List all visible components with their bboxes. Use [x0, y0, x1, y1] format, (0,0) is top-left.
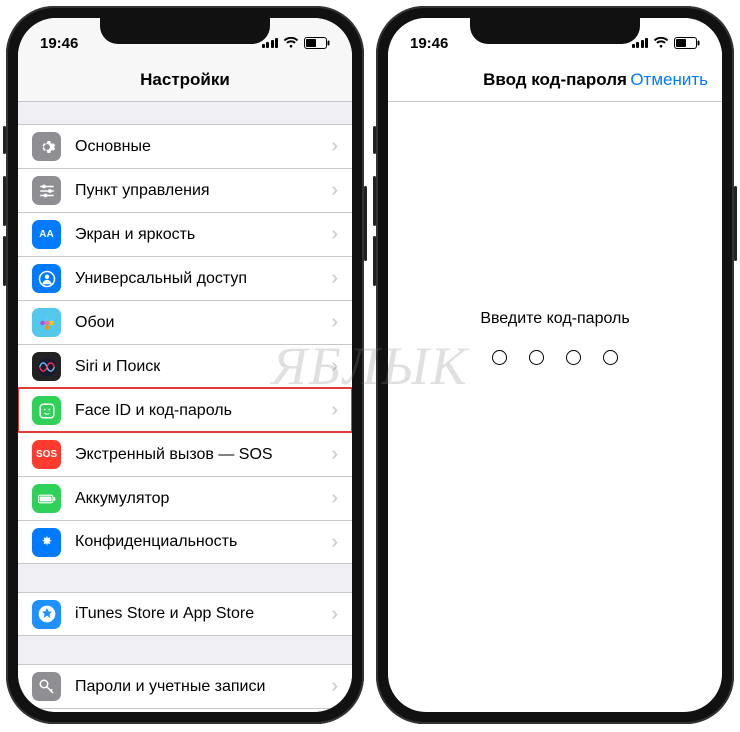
passcode-dot — [603, 350, 618, 365]
chevron-right-icon: › — [331, 311, 338, 334]
status-indicators — [262, 37, 331, 49]
cellular-icon — [262, 38, 279, 48]
privacy-icon — [32, 528, 61, 557]
display-icon: AA — [32, 220, 61, 249]
phone-right: 19:46 Ввод код-пароля Отменить Введите к… — [376, 6, 734, 724]
screen-passcode: 19:46 Ввод код-пароля Отменить Введите к… — [388, 18, 722, 712]
chevron-right-icon: › — [331, 267, 338, 290]
row-display[interactable]: AA Экран и яркость› — [18, 212, 352, 256]
general-icon — [32, 132, 61, 161]
siri-icon — [32, 352, 61, 381]
battery-icon — [32, 484, 61, 513]
chevron-right-icon: › — [331, 399, 338, 422]
row-label: Обои — [75, 314, 331, 332]
nav-bar: Ввод код-пароля Отменить — [388, 58, 722, 102]
row-label: Экстренный вызов — SOS — [75, 446, 331, 464]
row-mail[interactable]: Почта› — [18, 708, 352, 712]
chevron-right-icon: › — [331, 355, 338, 378]
row-appstore[interactable]: iTunes Store и App Store› — [18, 592, 352, 636]
row-faceid[interactable]: Face ID и код-пароль› — [18, 388, 352, 432]
chevron-right-icon: › — [331, 179, 338, 202]
nav-bar: Настройки — [18, 58, 352, 102]
wallpaper-icon — [32, 308, 61, 337]
wifi-icon — [653, 37, 669, 49]
nav-title: Ввод код-пароля — [483, 70, 627, 90]
status-time: 19:46 — [40, 35, 78, 52]
row-sos[interactable]: SOS Экстренный вызов — SOS› — [18, 432, 352, 476]
row-label: Аккумулятор — [75, 490, 331, 508]
row-accessibility[interactable]: Универсальный доступ› — [18, 256, 352, 300]
settings-group: iTunes Store и App Store› — [18, 592, 352, 636]
chevron-right-icon: › — [331, 487, 338, 510]
row-label: Экран и яркость — [75, 226, 331, 244]
cancel-button[interactable]: Отменить — [630, 70, 708, 90]
row-battery[interactable]: Аккумулятор› — [18, 476, 352, 520]
chevron-right-icon: › — [331, 223, 338, 246]
phone-left: 19:46 Настройки Основные›Пункт управлени… — [6, 6, 364, 724]
battery-icon — [674, 37, 700, 49]
passcode-dot — [566, 350, 581, 365]
battery-icon — [304, 37, 330, 49]
notch — [470, 18, 640, 44]
passcode-dot — [529, 350, 544, 365]
cellular-icon — [632, 38, 649, 48]
passcode-area: Введите код-пароль — [388, 102, 722, 712]
chevron-right-icon: › — [331, 675, 338, 698]
passcode-dots — [492, 350, 618, 365]
row-wallpaper[interactable]: Обои› — [18, 300, 352, 344]
appstore-icon — [32, 600, 61, 629]
chevron-right-icon: › — [331, 443, 338, 466]
settings-content[interactable]: Основные›Пункт управления›AAЭкран и ярко… — [18, 102, 352, 712]
nav-title: Настройки — [140, 70, 230, 90]
wifi-icon — [283, 37, 299, 49]
faceid-icon — [32, 396, 61, 425]
passwords-icon — [32, 672, 61, 701]
row-privacy[interactable]: Конфиденциальность› — [18, 520, 352, 564]
status-time: 19:46 — [410, 35, 448, 52]
row-label: Основные — [75, 138, 331, 156]
row-label: Пароли и учетные записи — [75, 678, 331, 696]
row-label: Siri и Поиск — [75, 358, 331, 376]
passcode-dot — [492, 350, 507, 365]
row-label: Конфиденциальность — [75, 533, 331, 551]
chevron-right-icon: › — [331, 135, 338, 158]
passcode-prompt: Введите код-пароль — [480, 310, 629, 328]
row-control-center[interactable]: Пункт управления› — [18, 168, 352, 212]
row-general[interactable]: Основные› — [18, 124, 352, 168]
row-label: iTunes Store и App Store — [75, 605, 331, 623]
row-label: Пункт управления — [75, 182, 331, 200]
status-indicators — [632, 37, 701, 49]
row-passwords[interactable]: Пароли и учетные записи› — [18, 664, 352, 708]
screen-settings: 19:46 Настройки Основные›Пункт управлени… — [18, 18, 352, 712]
chevron-right-icon: › — [331, 531, 338, 554]
accessibility-icon — [32, 264, 61, 293]
row-siri[interactable]: Siri и Поиск› — [18, 344, 352, 388]
settings-group: Основные›Пункт управления›AAЭкран и ярко… — [18, 124, 352, 564]
chevron-right-icon: › — [331, 603, 338, 626]
row-label: Face ID и код-пароль — [75, 402, 331, 420]
sos-icon: SOS — [32, 440, 61, 469]
control-center-icon — [32, 176, 61, 205]
settings-group: Пароли и учетные записи›Почта›Контакты›П… — [18, 664, 352, 712]
notch — [100, 18, 270, 44]
row-label: Универсальный доступ — [75, 270, 331, 288]
